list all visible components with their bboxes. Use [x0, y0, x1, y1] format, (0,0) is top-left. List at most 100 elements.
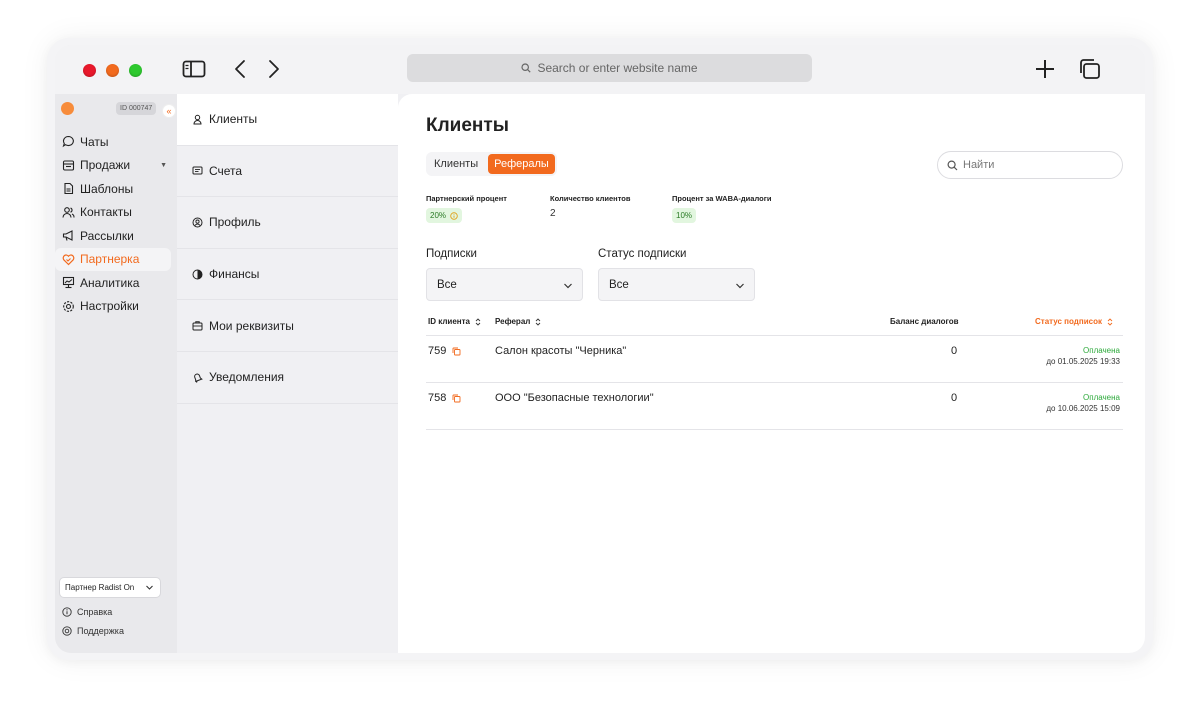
finance-icon: [192, 269, 203, 280]
tab-clients[interactable]: Клиенты: [428, 154, 484, 174]
help-link[interactable]: Справка: [62, 607, 112, 617]
submenu-item-invoices[interactable]: Счета: [177, 146, 398, 198]
tab-referrals[interactable]: Рефералы: [488, 154, 555, 174]
partner-percent-badge: 20%: [426, 208, 463, 223]
copy-icon[interactable]: [452, 347, 461, 356]
sidebar-item-label: Контакты: [80, 205, 132, 220]
client-id: 758: [428, 392, 447, 404]
partner-submenu: Клиенты Счета Профиль Финансы Мои реквиз…: [177, 94, 398, 653]
tabs: Клиенты Рефералы: [426, 152, 557, 176]
submenu-item-profile[interactable]: Профиль: [177, 197, 398, 249]
table-row-id: 759: [428, 345, 461, 357]
sidebar-item-templates[interactable]: Шаблоны: [55, 177, 177, 201]
search-icon: [947, 159, 958, 170]
new-tab-icon[interactable]: [1033, 57, 1057, 81]
sidebar-item-label: Продажи: [80, 158, 131, 173]
sidebar-toggle-icon[interactable]: [181, 57, 207, 81]
column-header-label: Баланс диалогов: [890, 317, 959, 326]
sidebar-item-sales[interactable]: Продажи ▼: [55, 154, 177, 178]
forward-icon[interactable]: [265, 57, 283, 81]
copy-icon[interactable]: [452, 394, 461, 403]
info-icon[interactable]: [450, 211, 458, 220]
submenu-item-label: Уведомления: [209, 370, 285, 385]
search-placeholder: Найти: [963, 159, 995, 171]
sidebar-item-contacts[interactable]: Контакты: [55, 201, 177, 225]
url-bar[interactable]: Search or enter website name: [407, 54, 812, 82]
sidebar-item-label: Аналитика: [80, 275, 140, 290]
waba-percent-label: Процент за WABA-диалоги: [672, 194, 772, 203]
table-row-balance: 0: [951, 392, 958, 404]
tabs-overview-icon[interactable]: [1077, 57, 1103, 81]
close-window-button[interactable]: [83, 64, 96, 77]
briefcase-icon: [192, 321, 203, 331]
chevron-down-icon: ▼: [160, 161, 167, 169]
account-id-badge: ID 000747: [116, 102, 157, 115]
table-row-divider: [426, 382, 1123, 383]
sidebar-item-label: Настройки: [80, 299, 139, 314]
megaphone-icon: [62, 230, 73, 242]
chat-icon: [62, 136, 74, 148]
clients-count-label: Количество клиентов: [550, 194, 631, 203]
table-row-divider: [426, 429, 1123, 430]
clients-count-value: 2: [550, 208, 556, 219]
sidebar-item-chats[interactable]: Чаты: [55, 130, 177, 154]
table-row-status-date: до 10.06.2025 15:09: [1046, 404, 1120, 413]
user-icon: [193, 114, 202, 125]
contacts-icon: [62, 206, 75, 218]
sidebar-item-settings[interactable]: Настройки: [55, 295, 177, 319]
column-header-status[interactable]: Статус подписок: [1035, 317, 1113, 326]
gear-icon: [63, 300, 74, 312]
bell-icon: [194, 373, 203, 383]
collapse-sidebar-button[interactable]: «: [162, 104, 176, 118]
sidebar-item-partner[interactable]: Партнерка: [55, 247, 171, 271]
status-select-value: Все: [609, 278, 629, 291]
partner-icon: [62, 254, 75, 266]
table-row-referral: ООО "Безопасные технологии": [495, 392, 654, 404]
page-title: Клиенты: [426, 115, 509, 136]
chevron-down-icon: [736, 283, 744, 289]
table-row-status: Оплачена: [1083, 346, 1120, 355]
support-link[interactable]: Поддержка: [62, 626, 124, 636]
search-input[interactable]: Найти: [937, 151, 1123, 179]
submenu-item-requisites[interactable]: Мои реквизиты: [177, 300, 398, 352]
submenu-item-label: Мои реквизиты: [209, 318, 294, 333]
waba-percent-badge: 10%: [672, 208, 697, 223]
support-icon: [62, 626, 72, 636]
minimize-window-button[interactable]: [106, 64, 119, 77]
column-header-balance[interactable]: Баланс диалогов: [890, 317, 959, 326]
table-row-status: Оплачена: [1083, 393, 1120, 402]
submenu-item-label: Финансы: [209, 267, 260, 282]
column-header-label: Статус подписок: [1035, 317, 1102, 326]
submenu-item-clients[interactable]: Клиенты: [177, 94, 398, 146]
sidebar-item-analytics[interactable]: Аналитика: [55, 271, 177, 295]
maximize-window-button[interactable]: [129, 64, 142, 77]
table-header-divider: [426, 335, 1123, 336]
back-icon[interactable]: [231, 57, 249, 81]
column-header-referral[interactable]: Реферал: [495, 317, 541, 326]
submenu-item-label: Клиенты: [209, 112, 258, 127]
sidebar-item-label: Чаты: [80, 134, 109, 149]
status-select[interactable]: Все: [598, 268, 755, 301]
sidebar-item-label: Партнерка: [80, 252, 140, 267]
column-header-id[interactable]: ID клиента: [428, 317, 481, 326]
help-label: Справка: [77, 607, 113, 617]
column-header-label: Реферал: [495, 317, 531, 326]
status-filter-label: Статус подписки: [598, 248, 687, 260]
browser-inner: Search or enter website name ID 000747 «…: [55, 45, 1145, 653]
sidebar-item-mailings[interactable]: Рассылки: [55, 224, 177, 248]
submenu-item-notifications[interactable]: Уведомления: [177, 352, 398, 404]
table-row-id: 758: [428, 392, 461, 404]
sidebar-item-label: Рассылки: [80, 228, 134, 243]
main-content: Клиенты Клиенты Рефералы Найти Партнерск…: [398, 94, 1145, 653]
template-icon: [64, 183, 74, 195]
search-icon: [521, 63, 532, 73]
column-header-label: ID клиента: [428, 317, 470, 326]
profile-icon: [192, 217, 203, 228]
logo: [61, 102, 74, 115]
subscriptions-select[interactable]: Все: [426, 268, 583, 301]
chevron-down-icon: [146, 585, 153, 590]
submenu-item-finance[interactable]: Финансы: [177, 249, 398, 301]
table-row-balance: 0: [951, 345, 958, 357]
partner-select[interactable]: Партнер Radist On: [59, 577, 161, 598]
info-icon: [62, 607, 72, 617]
